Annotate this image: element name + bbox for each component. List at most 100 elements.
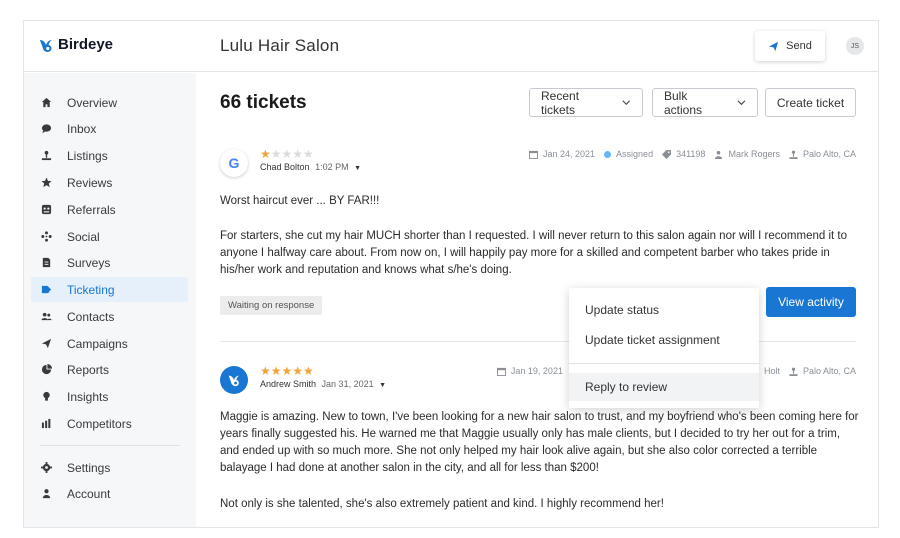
sidebar-item-label: Competitors bbox=[67, 416, 132, 431]
ticket-id-meta: 341198 bbox=[662, 149, 705, 159]
sidebar-item-label: Reviews bbox=[67, 175, 113, 190]
menu-item-update-status[interactable]: Update status bbox=[569, 296, 759, 324]
sidebar: Overview Inbox Listings Reviews Referral… bbox=[24, 73, 196, 527]
star-rating: ★★★★★ bbox=[260, 364, 314, 378]
review-body-second: Not only is she talented, she's also ext… bbox=[220, 498, 664, 510]
person-icon bbox=[39, 487, 53, 501]
reviewer-line: Chad Bolton 1:02 PM ▼ bbox=[260, 162, 361, 172]
contacts-icon bbox=[39, 310, 53, 324]
star-icon bbox=[39, 176, 53, 190]
sidebar-item-label: Insights bbox=[67, 389, 109, 404]
sidebar-item-label: Referrals bbox=[67, 202, 116, 217]
reviewer-name: Andrew Smith bbox=[260, 379, 317, 389]
sidebar-item-inbox[interactable]: Inbox bbox=[31, 116, 188, 141]
sidebar-item-label: Contacts bbox=[67, 309, 115, 324]
send-label: Send bbox=[786, 40, 812, 52]
menu-divider bbox=[569, 363, 759, 364]
sidebar-item-label: Campaigns bbox=[67, 336, 128, 351]
map-pin-icon bbox=[39, 149, 53, 163]
birdeye-source-icon bbox=[220, 366, 248, 394]
date-meta: Jan 24, 2021 bbox=[529, 149, 595, 159]
star-icon: ★★★★★ bbox=[260, 364, 314, 378]
app-frame: Birdeye Lulu Hair Salon Send JS Overview… bbox=[23, 20, 879, 528]
review-date: Jan 19, 2021 bbox=[510, 366, 563, 376]
review-body: Maggie is amazing. New to town, I've bee… bbox=[220, 411, 859, 474]
create-ticket-button[interactable]: Create ticket bbox=[765, 88, 856, 117]
sidebar-item-campaigns[interactable]: Campaigns bbox=[31, 331, 188, 356]
bar-chart-icon bbox=[39, 417, 53, 431]
sidebar-item-insights[interactable]: Insights bbox=[31, 384, 188, 409]
send-icon bbox=[39, 337, 53, 351]
sidebar-item-social[interactable]: Social bbox=[31, 224, 188, 249]
ticket-action-menu: Update status Update ticket assignment R… bbox=[569, 288, 759, 408]
assignee-name: Mark Rogers bbox=[728, 149, 780, 159]
chevron-down-icon bbox=[622, 100, 631, 105]
review-headline: Worst haircut ever ... BY FAR!!! bbox=[220, 195, 380, 207]
location-meta: Palo Alto, CA bbox=[789, 149, 856, 159]
star-empty-icon: ★★★★ bbox=[270, 147, 314, 161]
sidebar-item-account[interactable]: Account bbox=[31, 481, 188, 506]
sidebar-divider bbox=[40, 445, 180, 446]
send-icon bbox=[769, 41, 779, 51]
review-card: ★★★★★ Andrew Smith Jan 31, 2021 ▼ Jan 19… bbox=[220, 364, 859, 527]
reviewer-name: Chad Bolton bbox=[260, 162, 310, 172]
recent-tickets-dropdown[interactable]: Recent tickets bbox=[529, 88, 643, 117]
sidebar-item-ticketing[interactable]: Ticketing bbox=[31, 277, 188, 302]
sidebar-item-label: Listings bbox=[67, 148, 108, 163]
star-icon: ★ bbox=[260, 147, 271, 161]
ticket-icon bbox=[39, 283, 53, 297]
sidebar-item-label: Inbox bbox=[67, 121, 97, 136]
caret-down-icon[interactable]: ▼ bbox=[379, 382, 386, 389]
caret-down-icon[interactable]: ▼ bbox=[354, 165, 361, 172]
birdeye-logo[interactable]: Birdeye bbox=[38, 36, 113, 53]
sidebar-item-competitors[interactable]: Competitors bbox=[31, 411, 188, 436]
sidebar-item-overview[interactable]: Overview bbox=[31, 90, 188, 115]
review-divider bbox=[220, 341, 856, 342]
business-name: Lulu Hair Salon bbox=[220, 36, 340, 55]
ticket-id: 341198 bbox=[676, 149, 706, 159]
send-button[interactable]: Send bbox=[755, 31, 825, 61]
sidebar-item-surveys[interactable]: Surveys bbox=[31, 250, 188, 275]
sidebar-item-label: Social bbox=[67, 229, 100, 244]
date-meta: Jan 19, 2021 bbox=[496, 366, 563, 376]
sidebar-item-label: Ticketing bbox=[67, 282, 115, 297]
recent-tickets-label: Recent tickets bbox=[541, 88, 580, 117]
pie-chart-icon bbox=[39, 363, 53, 377]
calendar-icon bbox=[496, 367, 506, 376]
gear-icon bbox=[39, 461, 53, 475]
assignee-name: Holt bbox=[763, 366, 780, 376]
sidebar-item-referrals[interactable]: Referrals bbox=[31, 197, 188, 222]
tag-icon bbox=[662, 149, 672, 159]
user-avatar[interactable]: JS bbox=[846, 37, 864, 55]
chat-bubble-icon bbox=[39, 122, 53, 136]
birdeye-logo-icon bbox=[40, 39, 52, 52]
calendar-icon bbox=[529, 150, 538, 159]
page-title: 66 tickets bbox=[220, 92, 307, 113]
bulb-icon bbox=[39, 390, 53, 404]
review-date: Jan 24, 2021 bbox=[543, 149, 596, 159]
review-body: For starters, she cut my hair MUCH short… bbox=[220, 230, 847, 276]
review-time: Jan 31, 2021 bbox=[321, 379, 374, 389]
bulk-actions-dropdown[interactable]: Bulk actions bbox=[652, 88, 758, 117]
sidebar-item-listings[interactable]: Listings bbox=[31, 143, 188, 168]
bulk-actions-label: Bulk actions bbox=[664, 88, 703, 117]
menu-item-update-assignment[interactable]: Update ticket assignment bbox=[569, 326, 759, 354]
review-card: G ★★★★★ Chad Bolton 1:02 PM ▼ Jan 24, 20… bbox=[220, 147, 856, 339]
assignee-meta: Mark Rogers bbox=[714, 149, 780, 159]
review-time: 1:02 PM bbox=[315, 162, 349, 172]
sidebar-item-contacts[interactable]: Contacts bbox=[31, 304, 188, 329]
sidebar-item-label: Surveys bbox=[67, 255, 111, 270]
map-pin-icon bbox=[789, 367, 798, 376]
ticket-status-label: Assigned bbox=[616, 149, 654, 159]
survey-icon bbox=[39, 256, 53, 270]
location-meta: Palo Alto, CA bbox=[789, 366, 856, 376]
menu-item-reply-to-review[interactable]: Reply to review bbox=[569, 373, 759, 401]
sidebar-item-settings[interactable]: Settings bbox=[31, 455, 188, 480]
sidebar-item-reviews[interactable]: Reviews bbox=[31, 170, 188, 195]
star-rating: ★★★★★ bbox=[260, 147, 314, 161]
map-pin-icon bbox=[789, 150, 798, 159]
reviewer-line: Andrew Smith Jan 31, 2021 ▼ bbox=[260, 379, 386, 389]
view-activity-button[interactable]: View activity bbox=[766, 287, 856, 317]
sidebar-item-reports[interactable]: Reports bbox=[31, 357, 188, 382]
referral-icon bbox=[39, 203, 53, 217]
